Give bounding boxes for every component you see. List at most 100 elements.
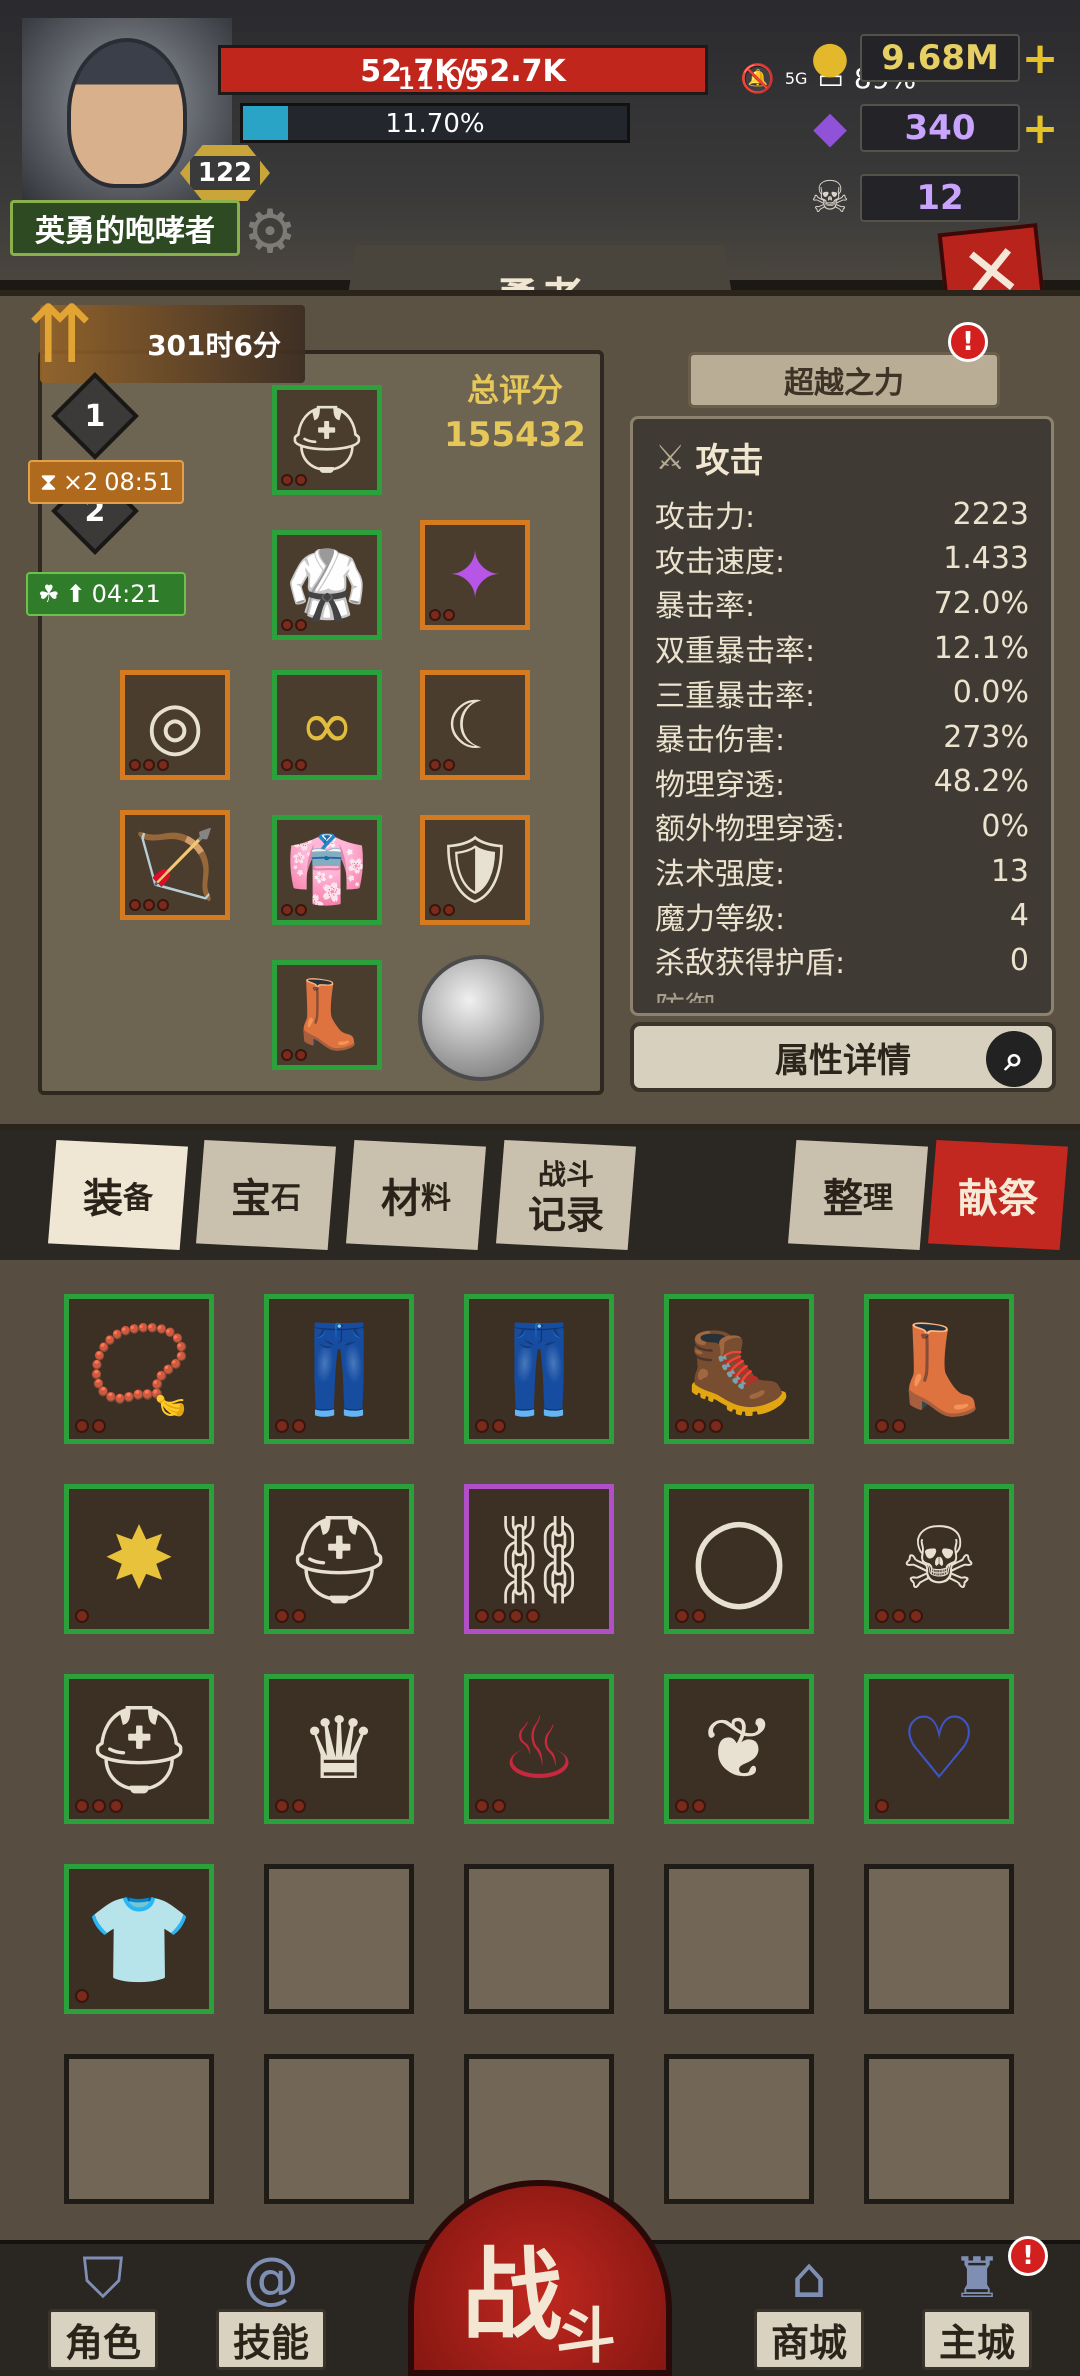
empty-inventory-slot[interactable] bbox=[264, 2054, 414, 2204]
tab-label-main: 宝 bbox=[231, 1176, 271, 1222]
tab-equipment[interactable]: 装备 bbox=[48, 1140, 188, 1250]
empty-inventory-slot[interactable] bbox=[64, 2054, 214, 2204]
hourglass-icon: ⧗ bbox=[40, 468, 57, 496]
crossed-swords-icon: ⚔ bbox=[655, 437, 686, 478]
inventory-item[interactable]: 👕 bbox=[64, 1864, 214, 2014]
horned-helm-icon: ⛑ bbox=[284, 1509, 394, 1610]
inventory-item[interactable]: ♨ bbox=[464, 1674, 614, 1824]
socket-dots bbox=[675, 1419, 723, 1433]
equip-slot-armor[interactable]: 🥋 bbox=[272, 530, 382, 640]
inventory-item[interactable]: ♛ bbox=[264, 1674, 414, 1824]
stat-label: 暴击伤害: bbox=[655, 723, 786, 759]
empty-inventory-slot[interactable] bbox=[264, 1864, 414, 2014]
stat-label: 杀敌获得护盾: bbox=[655, 946, 846, 982]
search-icon: ⌕ bbox=[986, 1031, 1042, 1087]
tab-gems[interactable]: 宝石 bbox=[196, 1140, 336, 1250]
transcend-power-button[interactable]: 超越之力 bbox=[688, 352, 1000, 408]
luck-boost-badge[interactable]: ☘ ⬆ 04:21 bbox=[26, 572, 186, 616]
dragon-ring-icon: ◎ bbox=[146, 686, 204, 764]
inventory-item[interactable]: ⛑ bbox=[64, 1674, 214, 1824]
stat-label: 攻击速度: bbox=[655, 544, 786, 580]
sort-button[interactable]: 整理 bbox=[788, 1140, 928, 1250]
equip-slot-necklace[interactable]: ☾ bbox=[420, 670, 530, 780]
empty-inventory-slot[interactable] bbox=[664, 1864, 814, 2014]
dragon-bow-icon: 🏹 bbox=[133, 826, 217, 903]
battle-label-1: 战 bbox=[462, 2237, 562, 2354]
tab-label-line1: 战斗 bbox=[537, 1158, 594, 1191]
stat-row: 三重暴击率: 0.0% bbox=[655, 670, 1029, 715]
add-gold-button[interactable]: + bbox=[1020, 33, 1060, 84]
inventory-item[interactable]: 👖 bbox=[264, 1294, 414, 1444]
inventory-item[interactable]: ✸ bbox=[64, 1484, 214, 1634]
stat-value: 0 bbox=[1009, 942, 1029, 978]
inventory-item[interactable]: ☠ bbox=[864, 1484, 1014, 1634]
add-gem-button[interactable]: + bbox=[1020, 103, 1060, 154]
socket-dots bbox=[281, 474, 307, 486]
inventory-item[interactable]: 👖 bbox=[464, 1294, 614, 1444]
stats-header: ⚔ 攻击 bbox=[655, 433, 1029, 482]
stat-row: 暴击伤害: 273% bbox=[655, 715, 1029, 760]
speed-boost-badge[interactable]: ⧗ ×2 08:51 bbox=[28, 460, 184, 504]
nav-main-city[interactable]: ♜ 主城 bbox=[902, 2249, 1052, 2370]
clover-icon: ☘ bbox=[38, 580, 60, 608]
stat-row: 杀敌获得护盾: 0 bbox=[655, 938, 1029, 983]
nav-skills[interactable]: @ 技能 bbox=[196, 2249, 346, 2370]
equip-slot-ring[interactable]: ◎ bbox=[120, 670, 230, 780]
sacrifice-button[interactable]: 献祭 bbox=[928, 1140, 1068, 1250]
equip-slot-pants[interactable]: 👘 bbox=[272, 815, 382, 925]
spiked-boots-icon: 👢 bbox=[885, 1319, 993, 1420]
winged-pauldron-icon: 🛡 bbox=[433, 831, 517, 908]
stat-row: 额外物理穿透: 0% bbox=[655, 804, 1029, 849]
status-clock: 11:09 bbox=[396, 62, 484, 97]
equip-slot-helmet[interactable]: ⛑ bbox=[272, 385, 382, 495]
inventory-item[interactable]: ⛑ bbox=[264, 1484, 414, 1634]
empty-inventory-slot[interactable] bbox=[664, 2054, 814, 2204]
equip-slot-artifact[interactable]: ✦ bbox=[420, 520, 530, 630]
inventory-item[interactable]: ♡ bbox=[864, 1674, 1014, 1824]
inventory-item[interactable]: 🥾 bbox=[664, 1294, 814, 1444]
socket-dots bbox=[275, 1799, 306, 1813]
stat-value: 2223 bbox=[952, 496, 1029, 532]
gold-coin-icon: ● bbox=[810, 32, 850, 83]
empty-inventory-slot[interactable] bbox=[464, 1864, 614, 2014]
nav-label: 技能 bbox=[215, 2309, 326, 2370]
inventory-item[interactable]: ❦ bbox=[664, 1674, 814, 1824]
equip-slot-belt[interactable]: ∞ bbox=[272, 670, 382, 780]
gear-icon[interactable]: ⚙ bbox=[238, 200, 302, 264]
empty-inventory-slot[interactable] bbox=[864, 2054, 1014, 2204]
gold-amount: 9.68M bbox=[860, 34, 1020, 82]
armored-boots-icon: 👢 bbox=[285, 976, 369, 1053]
nav-character[interactable]: ⛉ 角色 bbox=[28, 2249, 178, 2370]
stat-row: 暴击率: 72.0% bbox=[655, 581, 1029, 626]
tab-battle-log[interactable]: 战斗 记录 bbox=[496, 1140, 636, 1250]
samurai-helmet-icon: ⛑ bbox=[285, 401, 369, 478]
stat-label: 额外物理穿透: bbox=[655, 812, 846, 848]
attribute-details-button[interactable]: 属性详情 ⌕ bbox=[630, 1022, 1056, 1092]
tab-materials[interactable]: 材料 bbox=[346, 1140, 486, 1250]
equip-slot-boots[interactable]: 👢 bbox=[272, 960, 382, 1070]
inventory-item[interactable]: ⛓ bbox=[464, 1484, 614, 1634]
stat-label: 攻击力: bbox=[655, 500, 756, 536]
nav-shop[interactable]: ⌂ 商城 bbox=[734, 2249, 884, 2370]
inventory-item[interactable]: 📿 bbox=[64, 1294, 214, 1444]
stats-panel[interactable]: ⚔ 攻击 攻击力: 2223 攻击速度: 1.433 暴击率: 72.0% 双重暴击率: 12… bbox=[630, 416, 1054, 1016]
socket-dots bbox=[275, 1609, 306, 1623]
inventory-item[interactable]: 👢 bbox=[864, 1294, 1014, 1444]
total-score-label: 总评分 bbox=[466, 371, 563, 409]
stat-value: 0% bbox=[981, 808, 1029, 844]
claw-necklace-icon: ☾ bbox=[445, 686, 505, 764]
empty-inventory-slot[interactable] bbox=[864, 1864, 1014, 2014]
red-helmet-icon: ⛑ bbox=[84, 1699, 194, 1800]
battle-label-2: 斗 bbox=[556, 2302, 616, 2372]
level-number: 122 bbox=[189, 156, 261, 190]
equip-slot-shoulder[interactable]: 🛡 bbox=[420, 815, 530, 925]
socket-dots bbox=[281, 1049, 307, 1061]
equip-slot-weapon[interactable]: 🏹 bbox=[120, 810, 230, 920]
total-score-value: 155432 bbox=[444, 415, 586, 455]
stat-label: 暴击率: bbox=[655, 589, 756, 625]
socket-dots bbox=[675, 1799, 706, 1813]
empty-seal-slot[interactable] bbox=[418, 955, 544, 1081]
inventory-item[interactable]: ◯ bbox=[664, 1484, 814, 1634]
fur-collar-icon: ❦ bbox=[702, 1699, 776, 1799]
gem-row: ◆ 340 + bbox=[800, 98, 1060, 158]
